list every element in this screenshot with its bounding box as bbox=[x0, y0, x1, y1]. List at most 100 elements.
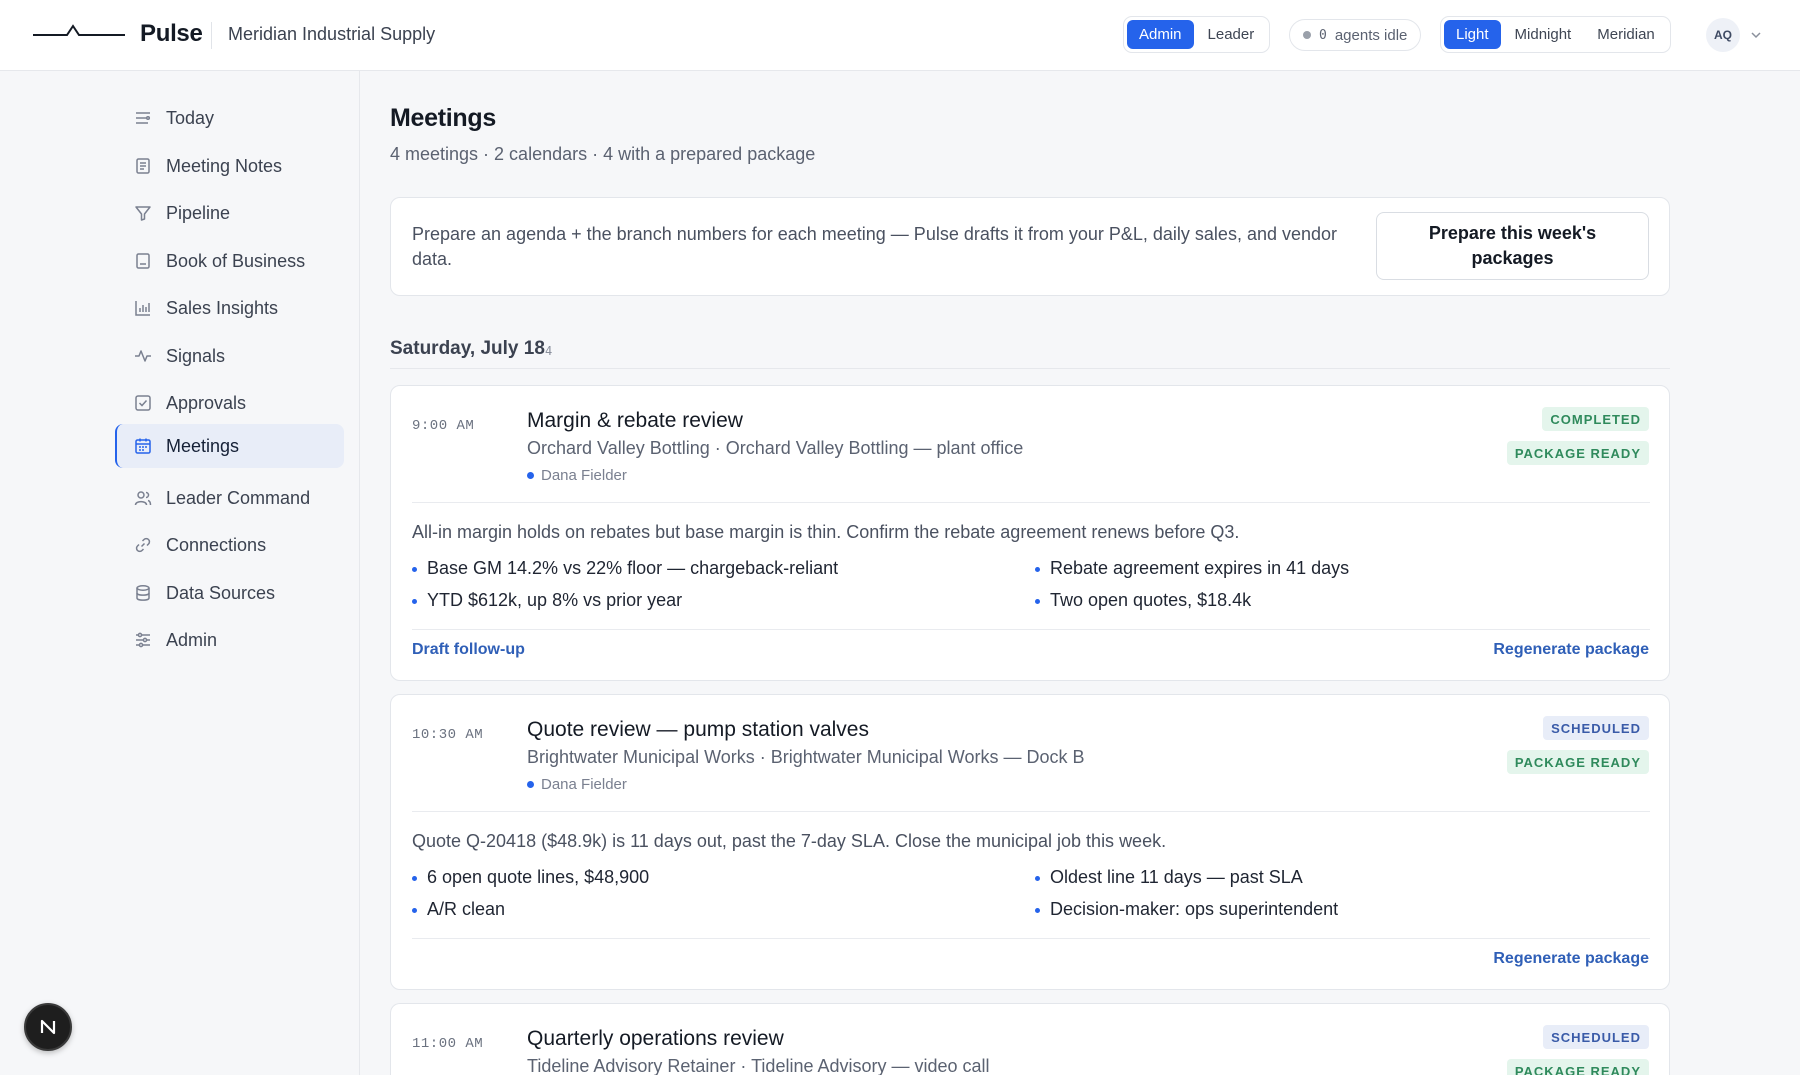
agents-count: 0 bbox=[1319, 27, 1327, 43]
meeting-card: 9:00 AM Margin & rebate review Orchard V… bbox=[390, 385, 1670, 681]
sliders-icon bbox=[136, 632, 150, 648]
sidebar-item-label: Signals bbox=[166, 345, 226, 366]
regenerate-package-link[interactable]: Regenerate package bbox=[1493, 641, 1649, 659]
check-square-icon bbox=[135, 395, 151, 411]
page-title: Meetings bbox=[390, 104, 496, 132]
avatar[interactable]: AQ bbox=[1706, 18, 1740, 52]
today-icon bbox=[136, 112, 151, 124]
list-item: Base GM 14.2% vs 22% floor — chargeback-… bbox=[412, 558, 838, 579]
regenerate-package-link[interactable]: Regenerate package bbox=[1493, 950, 1649, 968]
n-logo-icon bbox=[40, 1019, 56, 1035]
page-subtitle: 4 meetings · 2 calendars · 4 with a prep… bbox=[390, 144, 816, 164]
list-item: Two open quotes, $18.4k bbox=[1035, 590, 1251, 611]
meeting-time: 11:00 AM bbox=[412, 1036, 484, 1052]
day-heading: Saturday, July 18 bbox=[390, 338, 545, 359]
list-item: A/R clean bbox=[412, 899, 505, 920]
sidebar: Today Meeting Notes Pipeline Book of Bus… bbox=[0, 71, 360, 1075]
sidebar-item-label: Sales Insights bbox=[166, 297, 279, 318]
sidebar-item-signals[interactable]: Signals bbox=[115, 334, 344, 378]
meeting-subtitle: Orchard Valley Bottling · Orchard Valley… bbox=[527, 438, 1024, 458]
sidebar-item-label: Approvals bbox=[166, 392, 247, 413]
owner-dot bbox=[527, 781, 534, 788]
sidebar-item-leader-command[interactable]: Leader Command bbox=[115, 476, 344, 520]
sidebar-item-label: Today bbox=[166, 107, 215, 128]
org-name: Meridian Industrial Supply bbox=[228, 24, 436, 44]
list-item: YTD $612k, up 8% vs prior year bbox=[412, 590, 682, 611]
sidebar-item-label: Leader Command bbox=[166, 487, 311, 508]
prepare-packages-button[interactable]: Prepare this week's packages bbox=[1376, 212, 1649, 280]
meeting-time: 10:30 AM bbox=[412, 727, 484, 743]
owner-name: Dana Fielder bbox=[541, 467, 627, 484]
sidebar-item-data-sources[interactable]: Data Sources bbox=[115, 571, 344, 615]
theme-meridian-option[interactable]: Meridian bbox=[1585, 20, 1667, 49]
card-divider bbox=[412, 502, 1650, 503]
meeting-summary: All-in margin holds on rebates but base … bbox=[412, 522, 1240, 542]
list-item: Rebate agreement expires in 41 days bbox=[1035, 558, 1349, 579]
filter-icon bbox=[135, 206, 151, 221]
card-divider bbox=[412, 629, 1650, 630]
role-admin-option[interactable]: Admin bbox=[1127, 20, 1194, 49]
agents-label: agents idle bbox=[1334, 26, 1408, 44]
sidebar-item-sales-insights[interactable]: Sales Insights bbox=[115, 286, 344, 330]
app-name[interactable]: Pulse bbox=[140, 20, 203, 48]
sidebar-item-label: Book of Business bbox=[166, 250, 306, 271]
meeting-title[interactable]: Margin & rebate review bbox=[527, 409, 743, 433]
book-icon bbox=[136, 253, 150, 269]
sidebar-item-label: Admin bbox=[166, 629, 218, 650]
next-devtools-button[interactable] bbox=[24, 1003, 72, 1051]
status-badge: SCHEDULED bbox=[1543, 716, 1649, 740]
meeting-time: 9:00 AM bbox=[412, 418, 475, 434]
card-divider bbox=[412, 938, 1650, 939]
theme-switcher: Light Midnight Meridian bbox=[1440, 16, 1671, 53]
notes-icon bbox=[136, 158, 150, 174]
theme-midnight-option[interactable]: Midnight bbox=[1503, 20, 1584, 49]
sidebar-item-today[interactable]: Today bbox=[115, 96, 344, 140]
sidebar-item-meeting-notes[interactable]: Meeting Notes bbox=[115, 144, 344, 188]
sidebar-item-label: Connections bbox=[166, 534, 267, 555]
package-badge: PACKAGE READY bbox=[1506, 441, 1649, 465]
sidebar-item-book-of-business[interactable]: Book of Business bbox=[115, 239, 344, 283]
database-icon bbox=[136, 585, 150, 601]
pulse-icon bbox=[135, 350, 151, 362]
status-badge: SCHEDULED bbox=[1543, 1025, 1649, 1049]
status-badge: COMPLETED bbox=[1542, 407, 1649, 431]
link-icon bbox=[135, 537, 151, 553]
meeting-title[interactable]: Quote review — pump station valves bbox=[527, 718, 869, 742]
meeting-card: 11:00 AM Quarterly operations review Tid… bbox=[390, 1003, 1670, 1075]
meeting-title[interactable]: Quarterly operations review bbox=[527, 1027, 784, 1051]
meeting-summary: Quote Q-20418 ($48.9k) is 11 days out, p… bbox=[412, 831, 1167, 851]
sidebar-item-label: Pipeline bbox=[166, 202, 231, 223]
top-bar: Pulse Meridian Industrial Supply Admin L… bbox=[0, 0, 1800, 71]
meeting-owner: Dana Fielder bbox=[527, 467, 627, 484]
sidebar-item-admin[interactable]: Admin bbox=[115, 618, 344, 662]
agents-status-pill[interactable]: 0 agents idle bbox=[1289, 19, 1422, 51]
sidebar-item-label: Data Sources bbox=[166, 582, 276, 603]
list-item: Oldest line 11 days — past SLA bbox=[1035, 867, 1303, 888]
sidebar-item-label: Meeting Notes bbox=[166, 155, 283, 176]
meeting-subtitle: Tideline Advisory Retainer · Tideline Ad… bbox=[527, 1056, 990, 1075]
day-count: 4 bbox=[545, 344, 553, 358]
sidebar-item-approvals[interactable]: Approvals bbox=[115, 381, 344, 425]
pulse-logo-icon bbox=[33, 24, 125, 36]
chevron-down-icon[interactable] bbox=[1749, 28, 1763, 42]
list-item: Decision-maker: ops superintendent bbox=[1035, 899, 1338, 920]
banner-text: Prepare an agenda + the branch numbers f… bbox=[412, 224, 1338, 269]
package-badge: PACKAGE READY bbox=[1506, 750, 1649, 774]
meeting-subtitle: Brightwater Municipal Works · Brightwate… bbox=[527, 747, 1085, 767]
sidebar-item-label: Meetings bbox=[166, 435, 240, 456]
role-leader-option[interactable]: Leader bbox=[1196, 20, 1267, 49]
sidebar-item-connections[interactable]: Connections bbox=[115, 523, 344, 567]
package-badge: PACKAGE READY bbox=[1506, 1059, 1649, 1075]
calendar-icon bbox=[135, 438, 151, 454]
sidebar-item-meetings[interactable]: Meetings bbox=[115, 424, 344, 468]
meeting-card: 10:30 AM Quote review — pump station val… bbox=[390, 694, 1670, 990]
sidebar-item-pipeline[interactable]: Pipeline bbox=[115, 191, 344, 235]
header-divider bbox=[211, 22, 212, 49]
agents-status-dot bbox=[1303, 31, 1311, 39]
draft-follow-up-link[interactable]: Draft follow-up bbox=[412, 641, 525, 659]
owner-name: Dana Fielder bbox=[541, 776, 627, 793]
card-divider bbox=[412, 811, 1650, 812]
day-divider bbox=[390, 368, 1670, 369]
theme-light-option[interactable]: Light bbox=[1444, 20, 1501, 49]
users-icon bbox=[134, 491, 152, 506]
